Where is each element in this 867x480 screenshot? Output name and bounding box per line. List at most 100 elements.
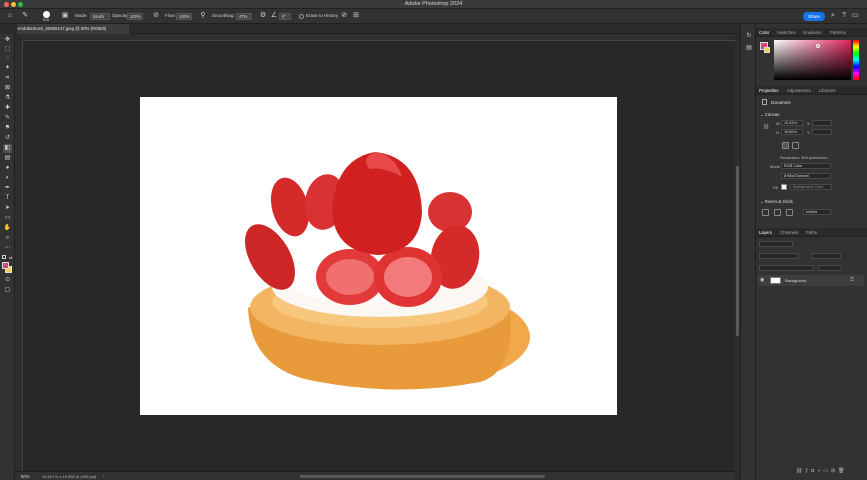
marquee-tool-icon[interactable]: ⬚ [3,45,12,54]
type-tool-icon[interactable]: T [3,194,12,203]
opacity-field[interactable] [811,253,841,259]
crop-tool-icon[interactable]: ⌗ [3,74,12,83]
ruler-toggle-icon[interactable] [762,209,769,216]
smoothing-field[interactable]: 47% [236,13,252,20]
rectangle-tool-icon[interactable]: ▭ [3,214,12,223]
hand-tool-icon[interactable]: ✋ [3,224,12,233]
pressure-opacity-icon[interactable]: ⊘ [152,12,160,20]
angle-field[interactable]: 0° [279,13,291,20]
airbrush-icon[interactable]: ⚲ [199,12,207,20]
fill-swatch[interactable] [781,184,787,190]
horizontal-scrollbar-thumb[interactable] [300,475,545,478]
tab-patterns[interactable]: Patterns [830,30,846,35]
layer-row-background[interactable]: ◉ Background ⚿ [758,275,864,286]
tab-channels[interactable]: Channels [780,230,798,235]
horizontal-ruler[interactable] [23,34,735,41]
close-tab-icon[interactable]: ✕ [17,24,20,34]
flow-field[interactable]: 100% [176,13,192,20]
zoom-tool-icon[interactable]: ⌕ [3,234,12,243]
comments-panel-icon[interactable]: ▤ [745,44,753,52]
y-field[interactable] [812,129,832,135]
search-icon[interactable]: ⌕ [829,12,837,20]
layer-fill-field[interactable] [818,265,842,271]
bit-depth-dropdown[interactable]: 8 Bits/Channel [781,173,831,179]
erase-to-history-checkbox[interactable] [299,14,304,19]
workspace-icon[interactable]: ▭ [851,12,859,20]
brush-settings-icon[interactable]: ▣ [61,12,69,20]
tab-swatches[interactable]: Swatches [777,30,796,35]
mode-dropdown[interactable]: Brush [90,13,110,20]
ruler-units-dropdown[interactable]: Inches [803,209,831,215]
status-menu-chevron-icon[interactable]: › [103,473,104,478]
link-layers-icon[interactable]: ⛓ [796,468,805,474]
tab-layers[interactable]: Layers [759,230,772,235]
grid-toggle-icon[interactable] [774,209,781,216]
blend-mode-dropdown[interactable] [759,253,799,259]
tab-properties[interactable]: Properties [759,88,779,93]
delete-layer-icon[interactable]: 🗑 [838,468,847,474]
eyedropper-tool-icon[interactable]: ⚗ [3,94,12,103]
magic-wand-tool-icon[interactable]: ✦ [3,64,12,73]
move-tool-icon[interactable]: ✥ [3,36,12,45]
brush-tool-icon[interactable]: ✎ [3,114,12,123]
lock-options[interactable] [759,265,814,271]
document-info[interactable]: 10.417 in x 10.892 in (300 ppi) [42,474,96,479]
blur-tool-icon[interactable]: ● [3,164,12,173]
more-tools-icon[interactable]: ⋯ [3,244,12,253]
gradient-tool-icon[interactable]: ▤ [3,154,12,163]
history-brush-tool-icon[interactable]: ↺ [3,134,12,143]
quick-mask-icon[interactable]: ⊙ [3,276,12,285]
tab-paths[interactable]: Paths [806,230,817,235]
lasso-tool-icon[interactable]: ◌ [3,54,12,63]
pen-tool-icon[interactable]: ✒ [3,184,12,193]
vertical-scrollbar-thumb[interactable] [736,166,739,336]
x-field[interactable] [812,120,832,126]
document-tab[interactable]: AdobeStock_66805147.jpeg @ 50% (RGB/8) ✕ [17,24,129,34]
dodge-tool-icon[interactable]: ◐ [3,174,12,183]
color-mode-dropdown[interactable]: RGB Color [781,163,831,169]
pasteboard[interactable] [23,41,735,471]
hue-slider[interactable] [853,40,859,80]
zoom-level[interactable]: 50% [21,474,30,479]
foreground-color-swatch[interactable] [2,262,9,269]
layer-name[interactable]: Background [785,278,806,283]
opacity-field[interactable]: 100% [127,13,143,20]
eraser-tool-icon[interactable]: ◧ [3,144,12,153]
help-icon[interactable]: ? [840,12,848,20]
symmetry-icon[interactable]: ⊞ [352,12,360,20]
link-dimensions-icon[interactable]: ⛓ [763,124,769,130]
swap-colors-icon[interactable]: ⇄ [9,255,12,260]
layer-visibility-eye-icon[interactable]: ◉ [760,277,764,283]
portrait-orientation-icon[interactable] [782,142,789,149]
screen-mode-icon[interactable]: ▢ [3,286,12,295]
fill-dropdown[interactable]: Background Color [790,184,832,190]
layer-thumbnail[interactable] [770,277,781,284]
smoothing-settings-gear-icon[interactable]: ⚙ [259,12,267,20]
rulers-grids-section-header[interactable]: ⌄ Rulers & Grids [760,199,793,205]
vertical-ruler[interactable] [15,41,23,471]
background-color-chip[interactable] [764,47,770,53]
brush-preview[interactable] [43,11,50,18]
home-icon[interactable]: ⌂ [6,12,14,20]
tab-adjustments[interactable]: Adjustments [787,88,811,93]
new-group-icon[interactable]: ▭ [823,468,831,474]
color-picker-field[interactable] [774,40,851,80]
pressure-size-icon[interactable]: ⊘ [340,12,348,20]
document-canvas[interactable] [140,97,617,415]
path-selection-tool-icon[interactable]: ➤ [3,204,12,213]
frame-tool-icon[interactable]: ⊠ [3,84,12,93]
default-colors-icon[interactable] [2,255,6,259]
height-field[interactable]: 10.89 in [781,129,803,135]
canvas-section-header[interactable]: ⌄ Canvas [760,112,779,118]
tab-libraries[interactable]: Libraries [819,88,835,93]
landscape-orientation-icon[interactable] [792,142,799,149]
width-field[interactable]: 10.43 in [781,120,803,126]
share-button[interactable]: Share [803,12,825,21]
tab-gradients[interactable]: Gradients [803,30,822,35]
clone-stamp-tool-icon[interactable]: ⚑ [3,124,12,133]
healing-brush-tool-icon[interactable]: ✚ [3,104,12,113]
tab-color[interactable]: Color [759,30,769,35]
guides-toggle-icon[interactable] [786,209,793,216]
layer-kind-filter[interactable] [759,241,793,247]
eraser-tool-preset-icon[interactable]: ✎ [21,12,29,20]
